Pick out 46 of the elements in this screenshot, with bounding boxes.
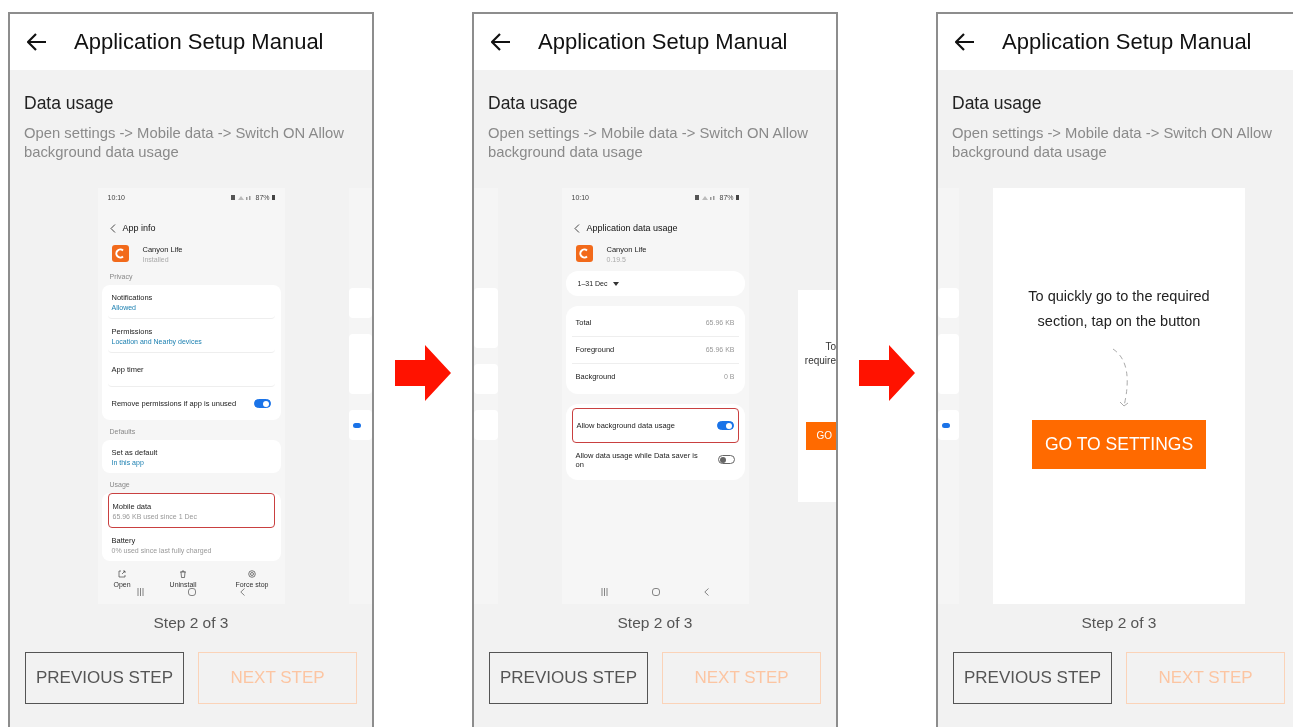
open-external-icon[interactable] xyxy=(118,570,127,578)
back-icon[interactable] xyxy=(239,588,245,596)
step-indicator: Step 2 of 3 xyxy=(1080,614,1158,632)
home-icon[interactable] xyxy=(188,588,196,596)
step-indicator: Step 2 of 3 xyxy=(616,614,694,632)
recent-apps-icon[interactable] xyxy=(601,588,609,596)
stop-icon[interactable] xyxy=(247,570,256,578)
instruction-text: Open settings -> Mobile data -> Switch ON Allow background data usage xyxy=(951,124,1273,162)
back-arrow-icon[interactable] xyxy=(491,33,511,51)
app-bar-title: Application Setup Manual xyxy=(1002,29,1252,55)
back-chevron-icon xyxy=(573,223,580,233)
instruction-text-fragment: To xyxy=(825,340,836,354)
toggle-switch[interactable] xyxy=(717,455,735,464)
app-bar-title: Application Setup Manual xyxy=(74,29,324,55)
home-icon[interactable] xyxy=(652,588,660,596)
app-bar-title: Application Setup Manual xyxy=(538,29,788,55)
instruction-text: Open settings -> Mobile data -> Switch ON Allow background data usage xyxy=(23,124,345,162)
instruction-message: To quickly go to the required section, tap on the button xyxy=(1027,287,1211,331)
back-chevron-icon xyxy=(109,223,116,233)
dropdown-caret-icon xyxy=(613,281,620,286)
instruction-text: Open settings -> Mobile data -> Switch ON Allow background data usage xyxy=(487,124,809,162)
recent-apps-icon[interactable] xyxy=(137,588,145,596)
back-icon[interactable] xyxy=(703,588,709,596)
toggle-switch[interactable] xyxy=(716,421,734,430)
battery-icon xyxy=(735,195,739,200)
app-logo-icon xyxy=(575,245,593,262)
section-title: Data usage xyxy=(951,92,1043,114)
arrow-right-icon xyxy=(395,345,451,401)
step-button[interactable]: PREVIOUS STEP xyxy=(489,652,648,704)
battery-icon xyxy=(271,195,275,200)
section-title: Data usage xyxy=(487,92,579,114)
toggle-switch[interactable] xyxy=(253,399,271,408)
back-arrow-icon[interactable] xyxy=(27,33,47,51)
trash-icon[interactable] xyxy=(179,570,187,578)
instruction-text-fragment: require xyxy=(804,354,836,368)
step-button[interactable]: PREVIOUS STEP xyxy=(953,652,1112,704)
app-logo-icon xyxy=(111,245,129,262)
step-indicator: Step 2 of 3 xyxy=(152,614,230,632)
screen-title: App info xyxy=(122,223,156,233)
back-arrow-icon[interactable] xyxy=(955,33,975,51)
status-icons xyxy=(695,195,718,200)
status-icons xyxy=(231,195,254,200)
step-button[interactable]: PREVIOUS STEP xyxy=(25,652,184,704)
section-title: Data usage xyxy=(23,92,115,114)
arrow-right-icon xyxy=(859,345,915,401)
screen-title: Application data usage xyxy=(586,223,678,233)
